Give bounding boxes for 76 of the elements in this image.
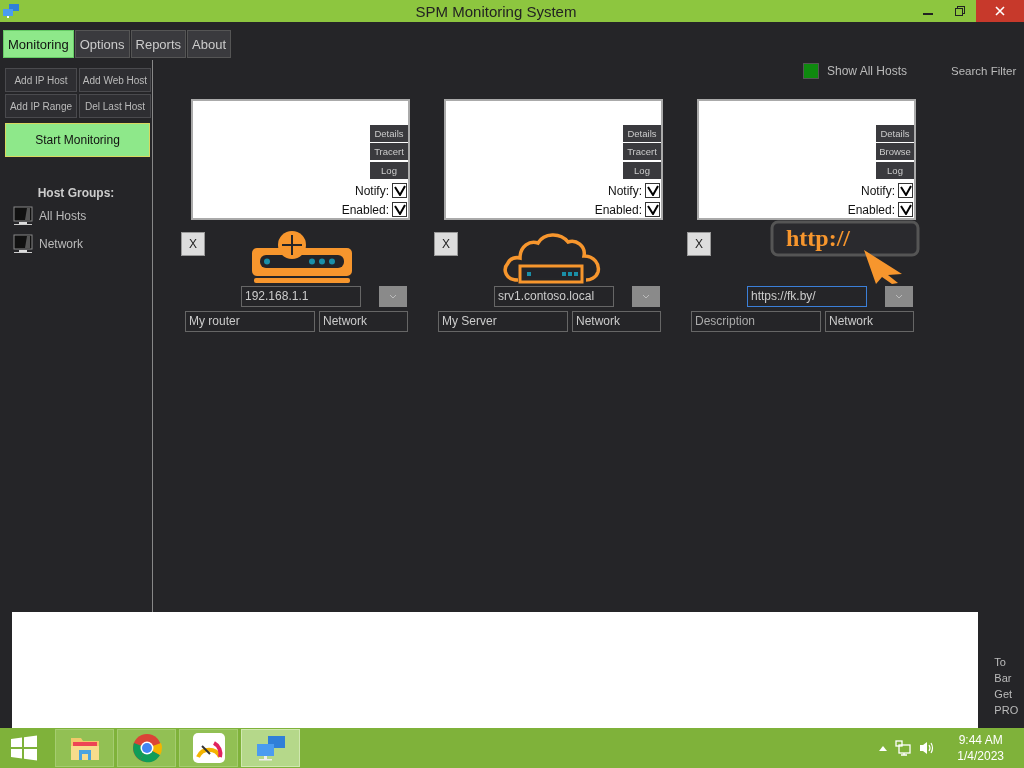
host-address-field[interactable]: https://fk.by/ <box>747 286 867 307</box>
remove-host-button[interactable]: X <box>687 232 711 256</box>
show-hidden-icons-icon[interactable] <box>879 745 888 751</box>
group-field[interactable]: Network <box>572 311 661 332</box>
note-text: Get <box>994 687 1014 702</box>
notify-checkbox[interactable] <box>645 183 660 198</box>
host-action-button[interactable]: Details <box>623 125 661 142</box>
tab[interactable]: Monitoring <box>3 30 74 58</box>
network-icon[interactable] <box>895 740 912 756</box>
action-button[interactable]: Del Last Host <box>79 94 151 118</box>
tab[interactable]: Reports <box>130 30 187 58</box>
note-text: Bar <box>994 671 1013 686</box>
group-field[interactable]: Network <box>319 311 408 332</box>
browser-icon <box>131 733 162 763</box>
host-group-label[interactable]: Network <box>39 237 83 251</box>
network-computers-icon <box>254 734 287 762</box>
taskbar-app-button[interactable] <box>179 729 238 767</box>
host-action-button[interactable]: Details <box>370 125 408 142</box>
host-action-button[interactable]: Browse <box>876 143 914 160</box>
caret-icon <box>389 294 397 299</box>
group-field[interactable]: Network <box>825 311 914 332</box>
volume-icon[interactable] <box>919 740 936 756</box>
enabled-checkbox[interactable] <box>392 202 407 217</box>
host-action-button[interactable]: Log <box>623 162 661 179</box>
note-text: To <box>994 655 1007 670</box>
start-monitoring-button[interactable]: Start Monitoring <box>5 123 150 157</box>
notify-label: Notify: <box>608 183 642 198</box>
host-action-button[interactable]: Tracert <box>623 143 661 160</box>
caret-icon <box>642 294 650 299</box>
window-title: SPM Monitoring System <box>414 2 578 20</box>
start-icon[interactable] <box>10 735 38 761</box>
enabled-label: Enabled: <box>594 202 642 217</box>
notify-checkbox[interactable] <box>898 183 913 198</box>
action-button[interactable]: Add IP Range <box>5 94 77 118</box>
tab[interactable]: Options <box>74 30 130 58</box>
http-badge-text: http:// <box>786 225 850 251</box>
host-action-button[interactable]: Details <box>876 125 914 142</box>
notify-label: Notify: <box>861 183 895 198</box>
enabled-checkbox[interactable] <box>645 202 660 217</box>
note-text: PRO <box>994 703 1020 718</box>
host-group-label[interactable]: All Hosts <box>39 209 87 223</box>
caret-icon <box>895 294 903 299</box>
router-icon <box>250 230 354 286</box>
description-field[interactable]: My router <box>185 311 315 332</box>
pointer-cursor-icon <box>864 250 902 284</box>
action-button[interactable]: Add Web Host <box>79 68 151 92</box>
app-icon <box>2 3 20 19</box>
close-icon <box>995 6 1005 16</box>
description-field[interactable]: My Server <box>438 311 568 332</box>
host-address-field[interactable]: srv1.contoso.local <box>494 286 614 307</box>
taskbar-app-button[interactable] <box>55 729 114 767</box>
tab[interactable]: About <box>187 30 232 58</box>
monitor-icon[interactable] <box>13 234 33 254</box>
restore-icon <box>955 6 965 16</box>
enabled-checkbox[interactable] <box>898 202 913 217</box>
enabled-label: Enabled: <box>341 202 389 217</box>
host-groups-heading: Host Groups: <box>36 186 116 200</box>
remove-host-button[interactable]: X <box>434 232 458 256</box>
host-action-button[interactable]: Log <box>876 162 914 179</box>
description-field[interactable]: Description <box>691 311 821 332</box>
notify-label: Notify: <box>355 183 389 198</box>
notify-checkbox[interactable] <box>392 183 407 198</box>
monitor-icon[interactable] <box>13 206 33 226</box>
host-action-button[interactable]: Log <box>370 162 408 179</box>
gauge-icon <box>192 733 225 763</box>
host-address-field[interactable]: 192.168.1.1 <box>241 286 361 307</box>
action-button[interactable]: Add IP Host <box>5 68 77 92</box>
show-all-hosts-checkbox[interactable] <box>803 63 819 79</box>
enabled-label: Enabled: <box>847 202 895 217</box>
search-filter-label: Search Filter <box>951 65 1017 77</box>
taskbar-app-button[interactable] <box>117 729 176 767</box>
host-action-button[interactable]: Tracert <box>370 143 408 160</box>
taskbar-app-button[interactable] <box>241 729 300 767</box>
minimize-icon <box>923 13 933 15</box>
remove-host-button[interactable]: X <box>181 232 205 256</box>
show-all-hosts-label: Show All Hosts <box>827 64 908 78</box>
